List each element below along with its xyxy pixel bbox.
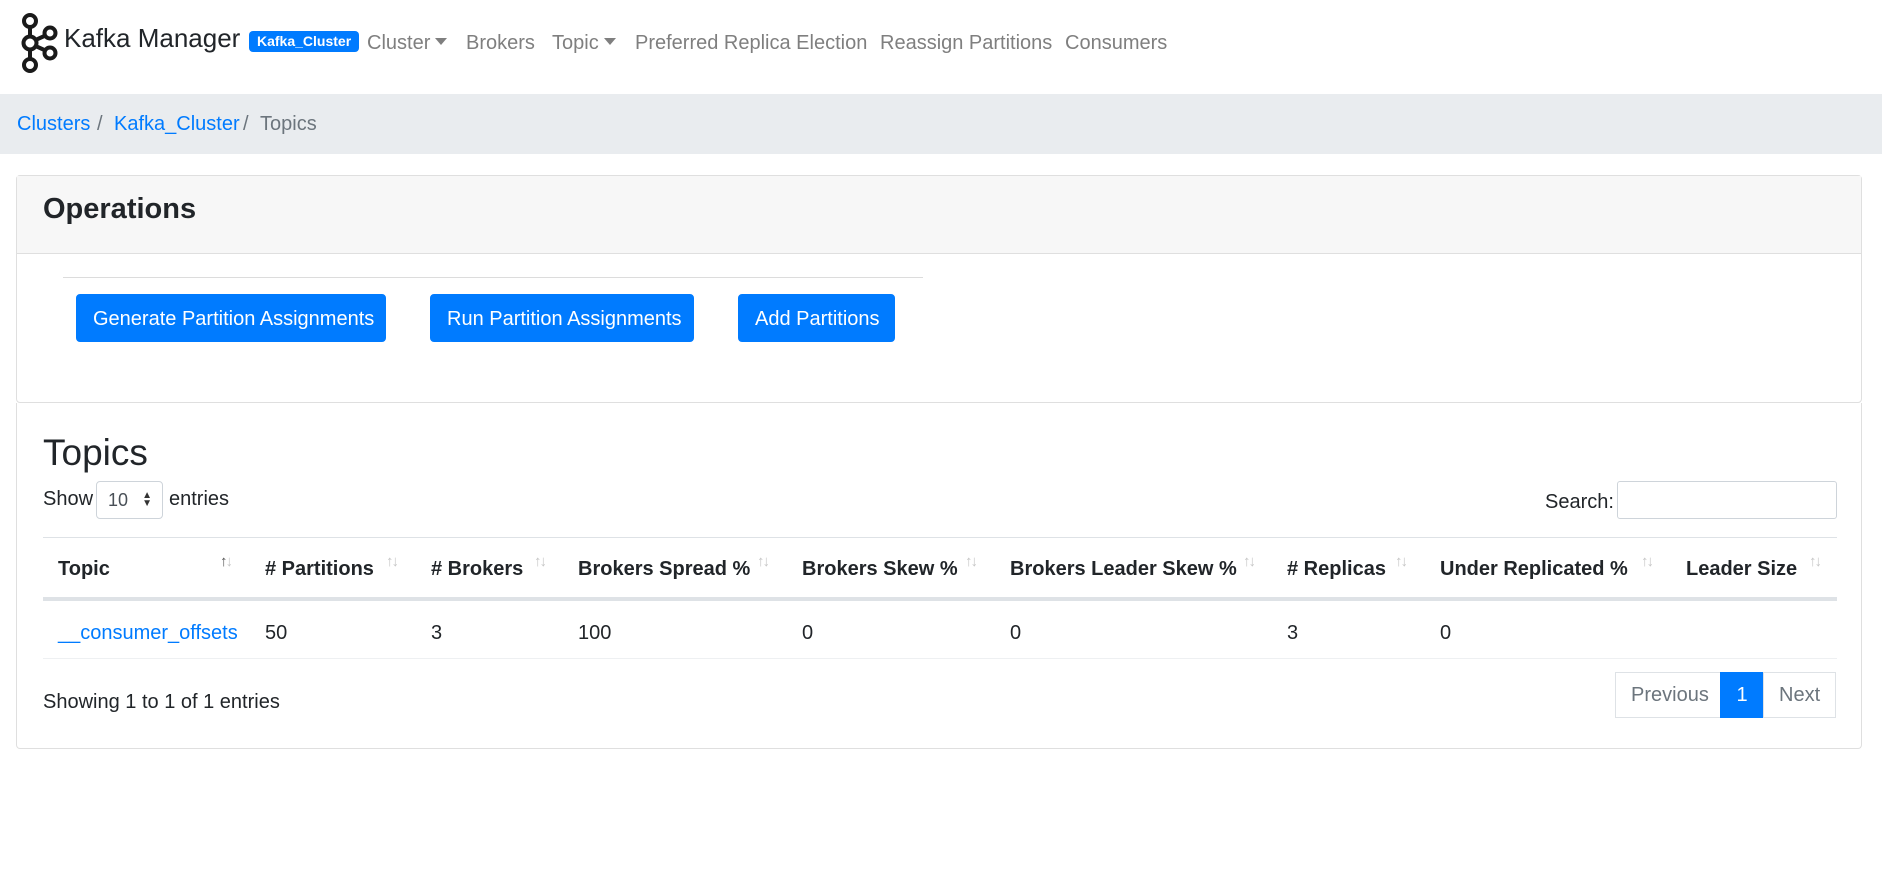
breadcrumb-cluster[interactable]: Kafka_Cluster [114, 113, 240, 136]
column-header-replicas[interactable]: # Replicas [1287, 558, 1386, 581]
breadcrumb: Clusters / Kafka_Cluster / Topics [0, 94, 1882, 154]
nav-preferred-replica-election[interactable]: Preferred Replica Election [635, 31, 867, 55]
column-header-leader-size[interactable]: Leader Size [1686, 558, 1797, 581]
nav-consumers[interactable]: Consumers [1065, 31, 1167, 55]
operations-card: Operations Generate Partition Assignment… [16, 175, 1862, 403]
column-header-brokers-leader-skew[interactable]: Brokers Leader Skew % [1010, 558, 1237, 581]
kafka-logo-icon[interactable] [18, 12, 60, 74]
nav-topic-dropdown[interactable]: Topic [552, 31, 616, 55]
table-row-border [43, 658, 1837, 659]
topics-title: Topics [43, 432, 148, 473]
search-input[interactable] [1617, 481, 1837, 519]
operations-header: Operations [17, 176, 1861, 254]
breadcrumb-clusters[interactable]: Clusters [17, 113, 90, 136]
pagination-next[interactable]: Next [1763, 672, 1837, 718]
table-header-border [43, 537, 1837, 538]
table-cell-brokers: 3 [431, 622, 443, 644]
table-cell-brokers-spread: 100 [578, 622, 612, 644]
operations-title: Operations [43, 193, 197, 225]
nav-cluster-dropdown[interactable]: Cluster [367, 31, 448, 55]
navbar: Kafka Manager Kafka_Cluster Cluster Brok… [0, 0, 1882, 94]
table-info: Showing 1 to 1 of 1 entries [43, 691, 280, 713]
breadcrumb-current: Topics [260, 113, 317, 135]
sort-icon[interactable]: ↑↓ [1809, 553, 1822, 570]
topics-card: Topics Show 10 ▲ ▼ entries Search: Topic … [16, 403, 1862, 749]
sort-icon[interactable]: ↑↓ [1243, 553, 1256, 570]
table-cell-partitions: 50 [265, 622, 288, 644]
breadcrumb-separator: / [97, 113, 103, 135]
nav-topic-label: Topic [552, 32, 599, 54]
column-header-under-replicated[interactable]: Under Replicated % [1440, 558, 1628, 581]
table-cell-brokers-leader-skew: 0 [1010, 622, 1022, 644]
table-header-border [43, 597, 1837, 601]
generate-partition-assignments-button[interactable]: Generate Partition Assignments [76, 294, 386, 342]
nav-brokers[interactable]: Brokers [466, 31, 535, 55]
divider [63, 277, 923, 278]
nav-reassign-partitions[interactable]: Reassign Partitions [880, 31, 1052, 55]
sort-icon[interactable]: ↑↓ [757, 553, 770, 570]
table-cell-under-replicated: 0 [1440, 622, 1452, 644]
pagination-page-1[interactable]: 1 [1720, 672, 1764, 718]
run-partition-assignments-button[interactable]: Run Partition Assignments [430, 294, 694, 342]
column-header-partitions[interactable]: # Partitions [265, 558, 374, 581]
topic-link[interactable]: __consumer_offsets [58, 622, 238, 645]
search-label: Search: [1545, 491, 1614, 513]
add-partitions-button[interactable]: Add Partitions [738, 294, 895, 342]
column-header-brokers[interactable]: # Brokers [431, 558, 523, 581]
column-header-topic[interactable]: Topic [58, 558, 110, 581]
table-cell-brokers-skew: 0 [802, 622, 814, 644]
table-cell-replicas: 3 [1287, 622, 1299, 644]
breadcrumb-separator: / [243, 113, 249, 135]
select-arrows-icon: ▲ ▼ [142, 490, 152, 509]
entries-label: entries [169, 488, 230, 510]
column-header-brokers-spread[interactable]: Brokers Spread % [578, 558, 750, 581]
pagination-previous[interactable]: Previous [1615, 672, 1725, 718]
brand-link[interactable]: Kafka Manager [64, 23, 240, 54]
show-label: Show [43, 488, 94, 510]
sort-icon[interactable]: ↑↓ [965, 553, 978, 570]
sort-icon[interactable]: ↑↓ [534, 553, 547, 570]
sort-icon[interactable]: ↑↓ [1641, 553, 1654, 570]
cluster-badge: Kafka_Cluster [249, 31, 360, 52]
nav-cluster-label: Cluster [367, 32, 431, 54]
column-header-brokers-skew[interactable]: Brokers Skew % [802, 558, 958, 581]
caret-down-icon [603, 38, 616, 46]
page-size-select[interactable]: 10 ▲ ▼ [96, 481, 163, 519]
page-size-value: 10 [108, 490, 129, 510]
caret-down-icon [435, 38, 448, 46]
sort-ascending-icon[interactable]: ↑↓ [220, 553, 233, 570]
sort-icon[interactable]: ↑↓ [1395, 553, 1408, 570]
sort-icon[interactable]: ↑↓ [386, 553, 399, 570]
